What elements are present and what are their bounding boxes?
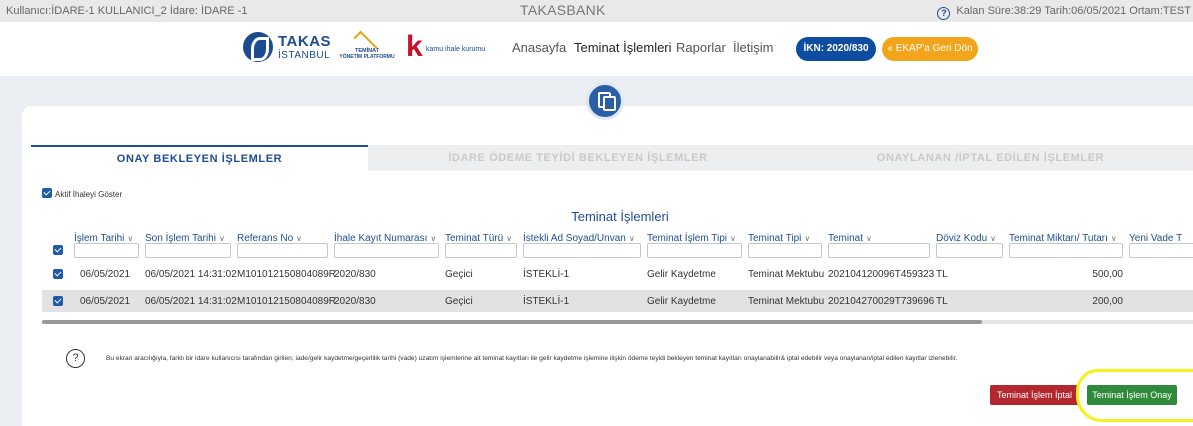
cell-son-islem-tarihi: 06/05/2021 14:31:02 — [145, 296, 237, 307]
highlight-annotation — [1076, 369, 1193, 422]
cell-tutar: 200,00 — [1092, 296, 1123, 307]
chevron-down-icon: ∨ — [730, 234, 736, 243]
nav-raporlar[interactable]: Raporlar — [676, 40, 726, 55]
nav-teminat-islemleri[interactable]: Teminat İşlemleri — [574, 40, 672, 55]
info-text: Bu ekran aracılığıyla, farklı bir idare … — [106, 355, 958, 362]
cell-teminat: 20210427002​9T739696 — [828, 296, 935, 307]
cell-islem-tipi: Gelir Kaydetme — [647, 269, 716, 280]
takas-logo-line2: İSTANBUL — [278, 50, 331, 61]
filter-input[interactable] — [1009, 243, 1123, 258]
chevron-down-icon: ∨ — [990, 234, 996, 243]
tab-odeme-teyidi-bekleyen[interactable]: İDARE ÖDEME TEYİDİ BEKLEYEN İŞLEMLER — [368, 145, 788, 171]
aktif-ihale-label: Aktif İhaleyi Göster — [55, 190, 123, 199]
user-info: Kullanıcı:İDARE-1 KULLANICI_2 İdare: İDA… — [6, 5, 248, 17]
cell-islem-tarihi: 06/05/2021 — [80, 296, 131, 307]
question-icon: ? — [66, 349, 85, 368]
tab-bar: ONAY BEKLEYEN İŞLEMLER İDARE ÖDEME TEYİD… — [31, 145, 1193, 171]
cell-teminat: 20210412009​6T459323 — [828, 269, 935, 280]
row-checkbox[interactable] — [53, 296, 63, 306]
teminat-grid: İşlem Tarihi ∨ Son İşlem Tarihi ∨ Referans… — [42, 227, 1193, 327]
cell-ihale-kayit-no: 2020/830 — [334, 296, 376, 307]
filter-input[interactable] — [74, 243, 139, 258]
teminat-islem-iptal-button[interactable]: Teminat İşlem İptal — [990, 385, 1079, 405]
chevron-down-icon: ∨ — [1110, 234, 1117, 243]
kik-logo: k kamu ihale kurumu — [406, 30, 486, 64]
takas-logo-line1: TAKAS — [278, 33, 332, 50]
session-info: ? Kalan Süre:38:29 Tarih:06/05/2021 Ortam… — [937, 5, 1191, 20]
cell-ihale-kayit-no: 2020/830 — [334, 269, 376, 280]
cell-teminat-tipi: Teminat Mektubu — [748, 296, 825, 307]
filter-input[interactable] — [1129, 243, 1193, 258]
horizontal-scrollbar-thumb[interactable] — [42, 320, 982, 324]
session-info-text: Kalan Süre:38:29 Tarih:06/05/2021 Ortam:… — [956, 5, 1191, 17]
cell-teminat-turu: Geçici — [445, 269, 473, 280]
nav-anasayfa[interactable]: Anasayfa — [512, 40, 566, 55]
app-title: TAKASBANK — [520, 2, 606, 18]
cell-teminat-turu: Geçici — [445, 296, 473, 307]
cell-teminat-tipi: Teminat Mektubu — [748, 269, 825, 280]
chevron-down-icon: ∨ — [218, 234, 225, 243]
cell-son-islem-tarihi: 06/05/2021 14:31:02 — [145, 269, 237, 280]
cell-doviz-kodu: TL — [936, 269, 948, 280]
filter-input[interactable] — [334, 243, 439, 258]
ikn-button[interactable]: İKN: 2020/830 — [796, 37, 876, 61]
tab-onay-bekleyen[interactable]: ONAY BEKLEYEN İŞLEMLER — [31, 145, 368, 171]
teminat-logo-line2: YÖNETİM PLATFORMU — [339, 54, 395, 60]
filter-input[interactable] — [828, 243, 930, 258]
filter-input[interactable] — [237, 243, 328, 258]
cell-istekli: İSTEKLİ-1 — [523, 269, 570, 280]
aktif-ihale-filter[interactable]: Aktif İhaleyi Göster — [42, 188, 122, 199]
nav-iletisim[interactable]: İletişim — [733, 40, 773, 55]
takas-istanbul-logo[interactable]: TAKAS İSTANBUL — [243, 32, 332, 66]
chevron-down-icon: ∨ — [628, 234, 635, 243]
cell-referans-no: M10101215080408​9R — [237, 296, 336, 307]
chevron-down-icon: ∨ — [430, 234, 437, 243]
chevron-down-icon: ∨ — [127, 234, 134, 243]
row-checkbox[interactable] — [53, 269, 63, 279]
aktif-ihale-checkbox[interactable] — [42, 188, 52, 198]
cell-tutar: 500,00 — [1092, 269, 1123, 280]
cell-islem-tarihi: 06/05/2021 — [80, 269, 131, 280]
chevron-down-icon: ∨ — [506, 234, 513, 243]
documents-icon — [586, 82, 624, 120]
filter-input[interactable] — [647, 243, 742, 258]
header: TAKAS İSTANBUL TEMİNAT YÖNETİM PLATFORMU… — [0, 22, 1193, 76]
filter-input[interactable] — [936, 243, 1003, 258]
table-row[interactable]: 06/05/2021 06/05/2021 14:31:02 M10101215… — [42, 290, 1193, 312]
top-status-bar: Kullanıcı:İDARE-1 KULLANICI_2 İdare: İDA… — [0, 0, 1193, 22]
cell-referans-no: M10101215080408​9R — [237, 269, 336, 280]
help-icon[interactable]: ? — [937, 7, 951, 20]
filter-input[interactable] — [445, 243, 517, 258]
filter-input[interactable] — [748, 243, 822, 258]
cell-islem-tipi: Gelir Kaydetme — [647, 296, 716, 307]
takas-logo-icon — [243, 32, 273, 62]
filter-input[interactable] — [523, 243, 641, 258]
chevron-down-icon: ∨ — [866, 234, 872, 243]
table-title: Teminat İşlemleri — [571, 209, 669, 224]
cell-istekli: İSTEKLİ-1 — [523, 296, 570, 307]
table-row[interactable]: 06/05/2021 06/05/2021 14:31:02 M10101215… — [42, 263, 1193, 285]
kik-logo-text: kamu ihale kurumu — [426, 46, 486, 53]
chevron-down-icon: ∨ — [804, 234, 811, 243]
select-all-checkbox[interactable] — [53, 245, 63, 255]
cell-doviz-kodu: TL — [936, 296, 948, 307]
kik-k-icon: k — [406, 30, 423, 63]
chevron-down-icon: ∨ — [296, 234, 302, 243]
ekap-back-button[interactable]: « EKAP'a Geri Dön — [882, 37, 978, 61]
tab-onaylanan-iptal[interactable]: ONAYLANAN /İPTAL EDİLEN İŞLEMLER — [788, 145, 1193, 171]
filter-input[interactable] — [145, 243, 231, 258]
teminat-platform-logo: TEMİNAT YÖNETİM PLATFORMU — [335, 30, 399, 66]
